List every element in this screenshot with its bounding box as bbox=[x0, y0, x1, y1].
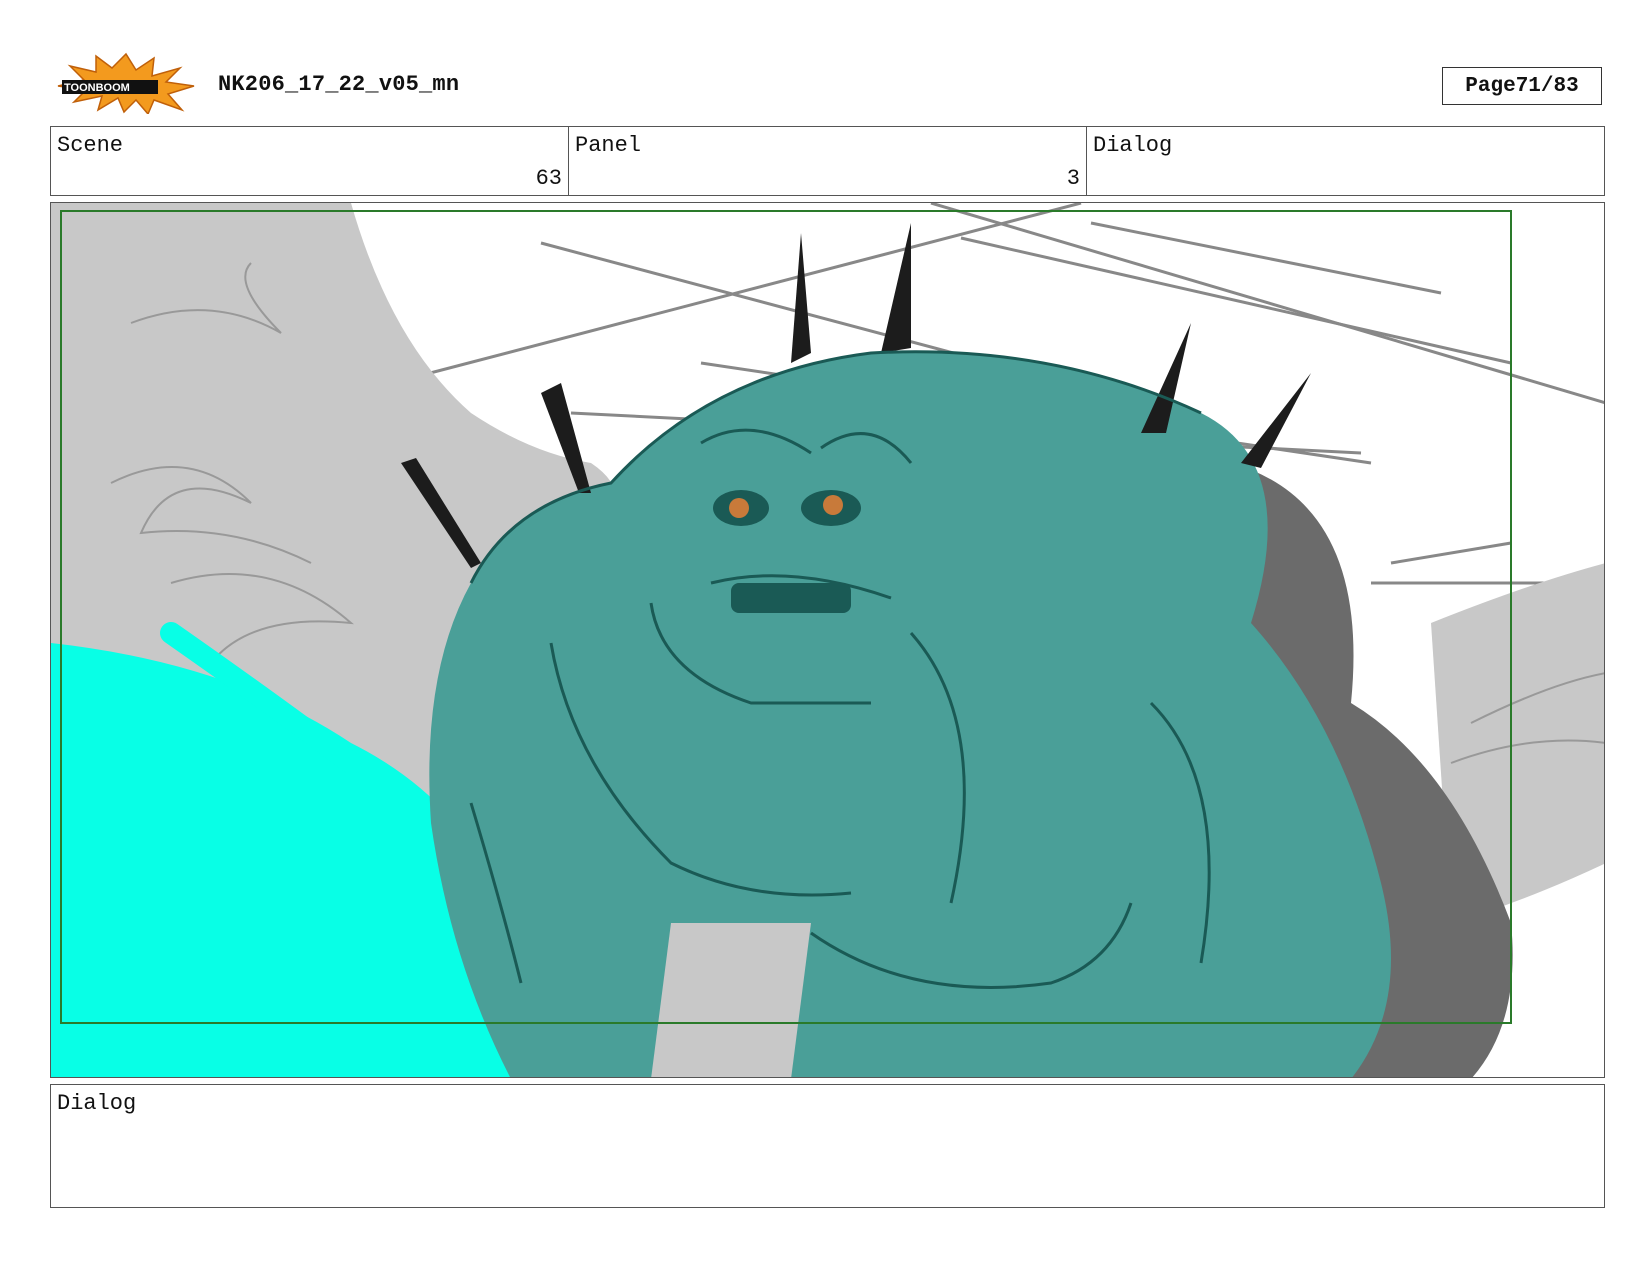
panel-label: Panel bbox=[575, 133, 642, 158]
creature-mouth bbox=[731, 583, 851, 613]
foreground-rock bbox=[651, 923, 811, 1077]
panel-cell: Panel 3 bbox=[569, 127, 1087, 195]
scene-label: Scene bbox=[57, 133, 124, 158]
scene-cell: Scene 63 bbox=[51, 127, 569, 195]
storyboard-panel bbox=[50, 202, 1605, 1078]
page-label: Page bbox=[1465, 74, 1516, 98]
dialog-cell: Dialog bbox=[1087, 127, 1604, 195]
dialog-label: Dialog bbox=[57, 1091, 137, 1116]
toonboom-logo: TOONBOOM bbox=[57, 52, 195, 114]
panel-artwork bbox=[51, 203, 1604, 1077]
document-title: NK206_17_22_v05_mn bbox=[218, 72, 460, 97]
panel-value: 3 bbox=[1066, 166, 1080, 191]
logo-text: TOONBOOM bbox=[64, 82, 130, 94]
page-indicator: Page 71/83 bbox=[1442, 67, 1602, 105]
dialog-header-label: Dialog bbox=[1093, 133, 1173, 158]
scene-value: 63 bbox=[535, 166, 562, 191]
dialog-box: Dialog bbox=[50, 1084, 1605, 1208]
page-number: 71/83 bbox=[1515, 74, 1579, 98]
panel-info-row: Scene 63 Panel 3 Dialog bbox=[50, 126, 1605, 196]
